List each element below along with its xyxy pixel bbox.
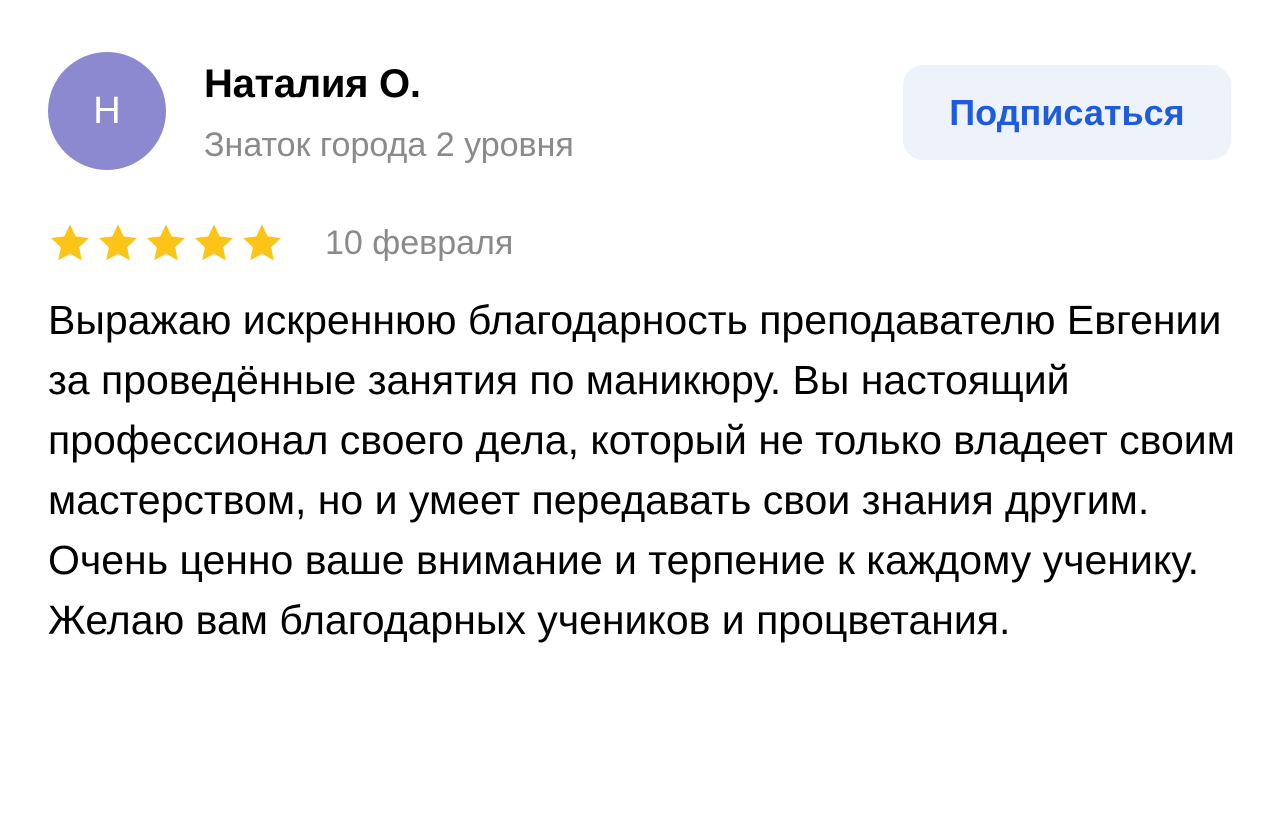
author-level: Знаток города 2 уровня [204,126,574,164]
subscribe-button[interactable]: Подписаться [903,65,1231,160]
review-date: 10 февраля [325,223,514,262]
avatar[interactable]: Н [48,52,166,170]
rating-row: 10 февраля [48,218,513,268]
star-icon [99,224,137,261]
author-name[interactable]: Наталия О. [204,62,421,107]
star-icon [243,224,281,261]
star-icon [51,224,89,261]
star-icon [147,224,185,261]
review-text: Выражаю искреннюю благодарность преподав… [48,297,1235,643]
star-rating [48,221,284,265]
star-icon [195,224,233,261]
review-header: Н Наталия О. Знаток города 2 уровня Подп… [48,52,1232,174]
